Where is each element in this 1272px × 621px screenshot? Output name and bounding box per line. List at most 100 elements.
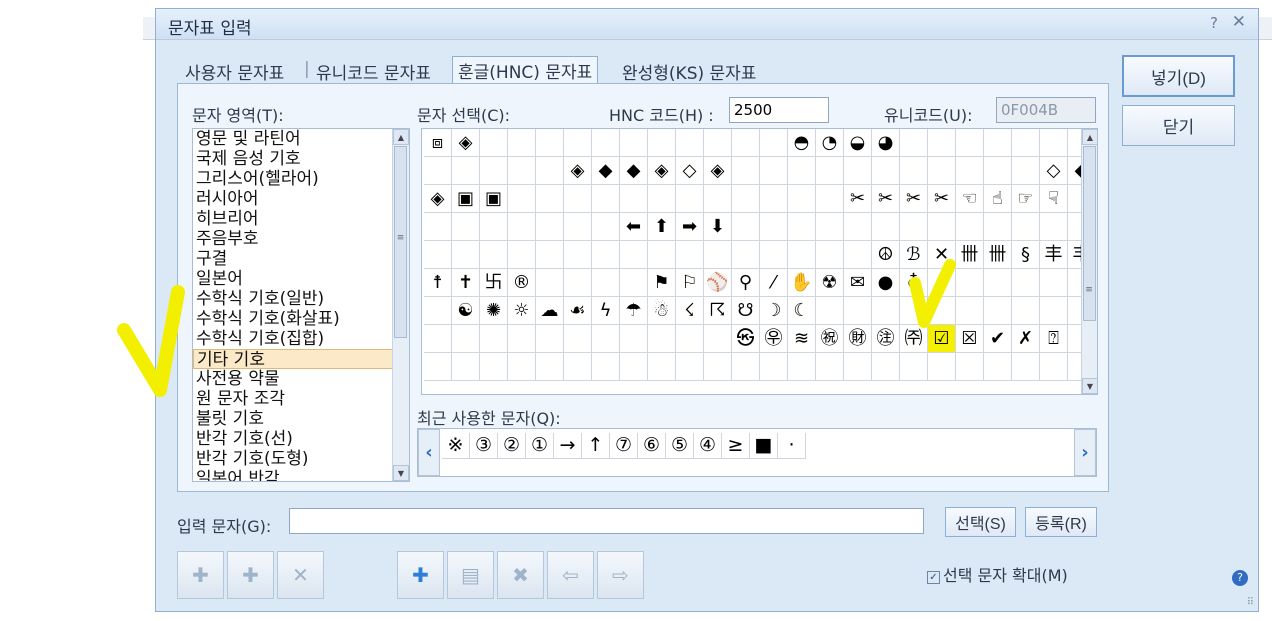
- insert-button[interactable]: 넣기(D): [1122, 55, 1235, 97]
- char-cell[interactable]: ◔: [816, 129, 844, 157]
- char-cell[interactable]: 卌: [956, 241, 984, 269]
- char-cell[interactable]: ㊖: [844, 325, 872, 353]
- char-cell[interactable]: [424, 157, 452, 185]
- help-icon[interactable]: ?: [1210, 14, 1218, 32]
- char-cell[interactable]: [1012, 129, 1040, 157]
- char-cell[interactable]: [564, 269, 592, 297]
- char-cell[interactable]: [424, 241, 452, 269]
- recent-char-cell[interactable]: ■: [750, 433, 778, 459]
- char-cell[interactable]: ◒: [844, 129, 872, 157]
- char-cell[interactable]: ☯: [452, 297, 480, 325]
- char-cell[interactable]: [676, 129, 704, 157]
- char-cell[interactable]: [1012, 297, 1040, 325]
- char-area-item[interactable]: 반각 기호(도형): [193, 449, 409, 469]
- char-cell[interactable]: [480, 157, 508, 185]
- char-cell[interactable]: [592, 353, 620, 381]
- char-cell[interactable]: [760, 185, 788, 213]
- char-cell[interactable]: [648, 129, 676, 157]
- char-cell[interactable]: [956, 353, 984, 381]
- enlarge-selected-checkbox[interactable]: ✓ 선택 문자 확대(M): [927, 562, 1068, 586]
- char-area-item[interactable]: 사전용 약물: [193, 369, 409, 389]
- add-char-icon[interactable]: ✚: [397, 551, 444, 599]
- char-cell[interactable]: ▣: [480, 185, 508, 213]
- char-cell[interactable]: ☞: [1012, 185, 1040, 213]
- char-cell[interactable]: [592, 129, 620, 157]
- recent-next-icon[interactable]: ›: [1074, 429, 1096, 476]
- char-cell[interactable]: ➡: [676, 213, 704, 241]
- select-button[interactable]: 선택(S): [945, 507, 1016, 537]
- char-cell[interactable]: [452, 353, 480, 381]
- char-cell[interactable]: [564, 185, 592, 213]
- char-cell[interactable]: [452, 241, 480, 269]
- char-area-item[interactable]: 그리스어(헬라어): [193, 169, 409, 189]
- char-area-item[interactable]: 러시아어: [193, 189, 409, 209]
- char-cell[interactable]: ☒: [956, 325, 984, 353]
- char-cell[interactable]: [620, 353, 648, 381]
- char-cell[interactable]: ☢: [816, 269, 844, 297]
- char-cell[interactable]: [1012, 213, 1040, 241]
- char-cell[interactable]: [536, 241, 564, 269]
- char-cell[interactable]: ✂: [928, 185, 956, 213]
- char-cell[interactable]: [928, 353, 956, 381]
- char-cell[interactable]: [928, 157, 956, 185]
- char-cell[interactable]: [732, 353, 760, 381]
- char-cell[interactable]: [508, 129, 536, 157]
- recent-char-cell[interactable]: ⑤: [666, 433, 694, 459]
- char-cell[interactable]: [508, 353, 536, 381]
- char-cell[interactable]: ✺: [480, 297, 508, 325]
- char-area-item[interactable]: 일본어: [193, 269, 409, 289]
- char-cell[interactable]: [592, 241, 620, 269]
- char-cell[interactable]: [536, 185, 564, 213]
- char-cell[interactable]: [816, 213, 844, 241]
- add-charset-icon[interactable]: ✚: [177, 551, 224, 599]
- char-cell[interactable]: [620, 269, 648, 297]
- tab-hnc-charset[interactable]: 훈글(HNC) 문자표: [452, 56, 599, 86]
- char-cell[interactable]: [984, 157, 1012, 185]
- char-area-item[interactable]: 반각 기호(선): [193, 429, 409, 449]
- char-cell[interactable]: ☁: [536, 297, 564, 325]
- char-cell[interactable]: [1012, 269, 1040, 297]
- grid-scroll-up-arrow-icon[interactable]: ▲: [1082, 129, 1097, 145]
- char-cell[interactable]: [480, 325, 508, 353]
- char-cell[interactable]: ✗: [1012, 325, 1040, 353]
- char-cell[interactable]: ✝: [452, 269, 480, 297]
- recent-char-cell[interactable]: ·: [778, 433, 806, 459]
- char-cell[interactable]: ◈: [648, 157, 676, 185]
- char-cell[interactable]: [424, 297, 452, 325]
- char-cell[interactable]: [1040, 129, 1068, 157]
- char-cell[interactable]: ㉾: [760, 325, 788, 353]
- char-cell[interactable]: [984, 213, 1012, 241]
- char-cell[interactable]: [452, 213, 480, 241]
- recent-char-cell[interactable]: ①: [526, 433, 554, 459]
- char-cell[interactable]: [648, 185, 676, 213]
- char-cell[interactable]: [900, 129, 928, 157]
- char-cell[interactable]: [704, 353, 732, 381]
- char-cell[interactable]: [816, 241, 844, 269]
- delete-charset-icon[interactable]: ✕: [277, 551, 324, 599]
- char-area-list[interactable]: 영문 및 라틴어 국제 음성 기호 그리스어(헬라어) 러시아어 히브리어 주음부호 구결 일…: [192, 128, 410, 482]
- char-cell[interactable]: [676, 325, 704, 353]
- char-cell[interactable]: [872, 353, 900, 381]
- char-cell[interactable]: ✕: [928, 241, 956, 269]
- char-cell[interactable]: ㉿: [732, 325, 760, 353]
- char-cell[interactable]: [984, 269, 1012, 297]
- char-cell[interactable]: [508, 157, 536, 185]
- recent-char-cell[interactable]: ⑦: [610, 433, 638, 459]
- char-cell[interactable]: [508, 325, 536, 353]
- char-cell[interactable]: [732, 157, 760, 185]
- char-cell[interactable]: [564, 353, 592, 381]
- char-cell[interactable]: ◇: [676, 157, 704, 185]
- tab-unicode-charset[interactable]: 유니코드 문자표: [316, 59, 431, 84]
- char-cell[interactable]: [620, 325, 648, 353]
- char-cell[interactable]: [648, 325, 676, 353]
- char-cell[interactable]: [1040, 269, 1068, 297]
- char-cell[interactable]: ☑: [928, 325, 956, 353]
- char-cell[interactable]: [732, 185, 760, 213]
- help-circle-icon[interactable]: ?: [1232, 570, 1248, 586]
- char-cell[interactable]: [536, 157, 564, 185]
- char-cell[interactable]: ⁄: [760, 269, 788, 297]
- char-cell[interactable]: ◕: [872, 129, 900, 157]
- char-cell[interactable]: [788, 353, 816, 381]
- char-cell[interactable]: ϟ: [592, 297, 620, 325]
- char-cell[interactable]: [956, 213, 984, 241]
